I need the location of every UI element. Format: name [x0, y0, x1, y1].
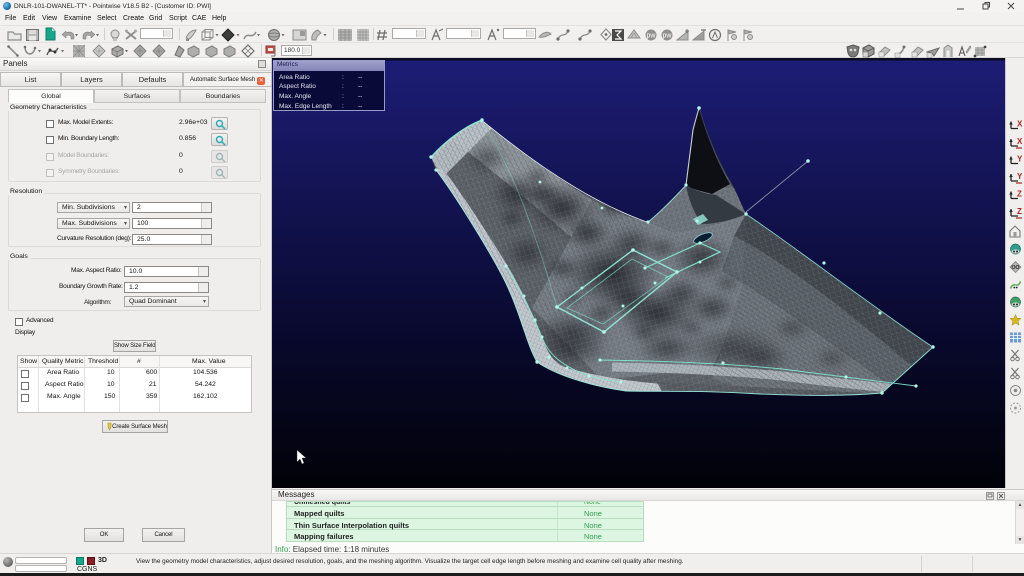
svg-text:Y: Y	[1017, 172, 1023, 181]
svg-text:X: X	[1017, 137, 1023, 146]
svg-text:pw: pw	[647, 33, 657, 40]
svg-text:Z: Z	[1017, 190, 1022, 199]
svg-text:X: X	[1017, 120, 1023, 129]
svg-text:Y: Y	[1017, 155, 1023, 164]
svg-text:Z: Z	[1017, 207, 1022, 216]
svg-text:pw: pw	[663, 33, 673, 40]
